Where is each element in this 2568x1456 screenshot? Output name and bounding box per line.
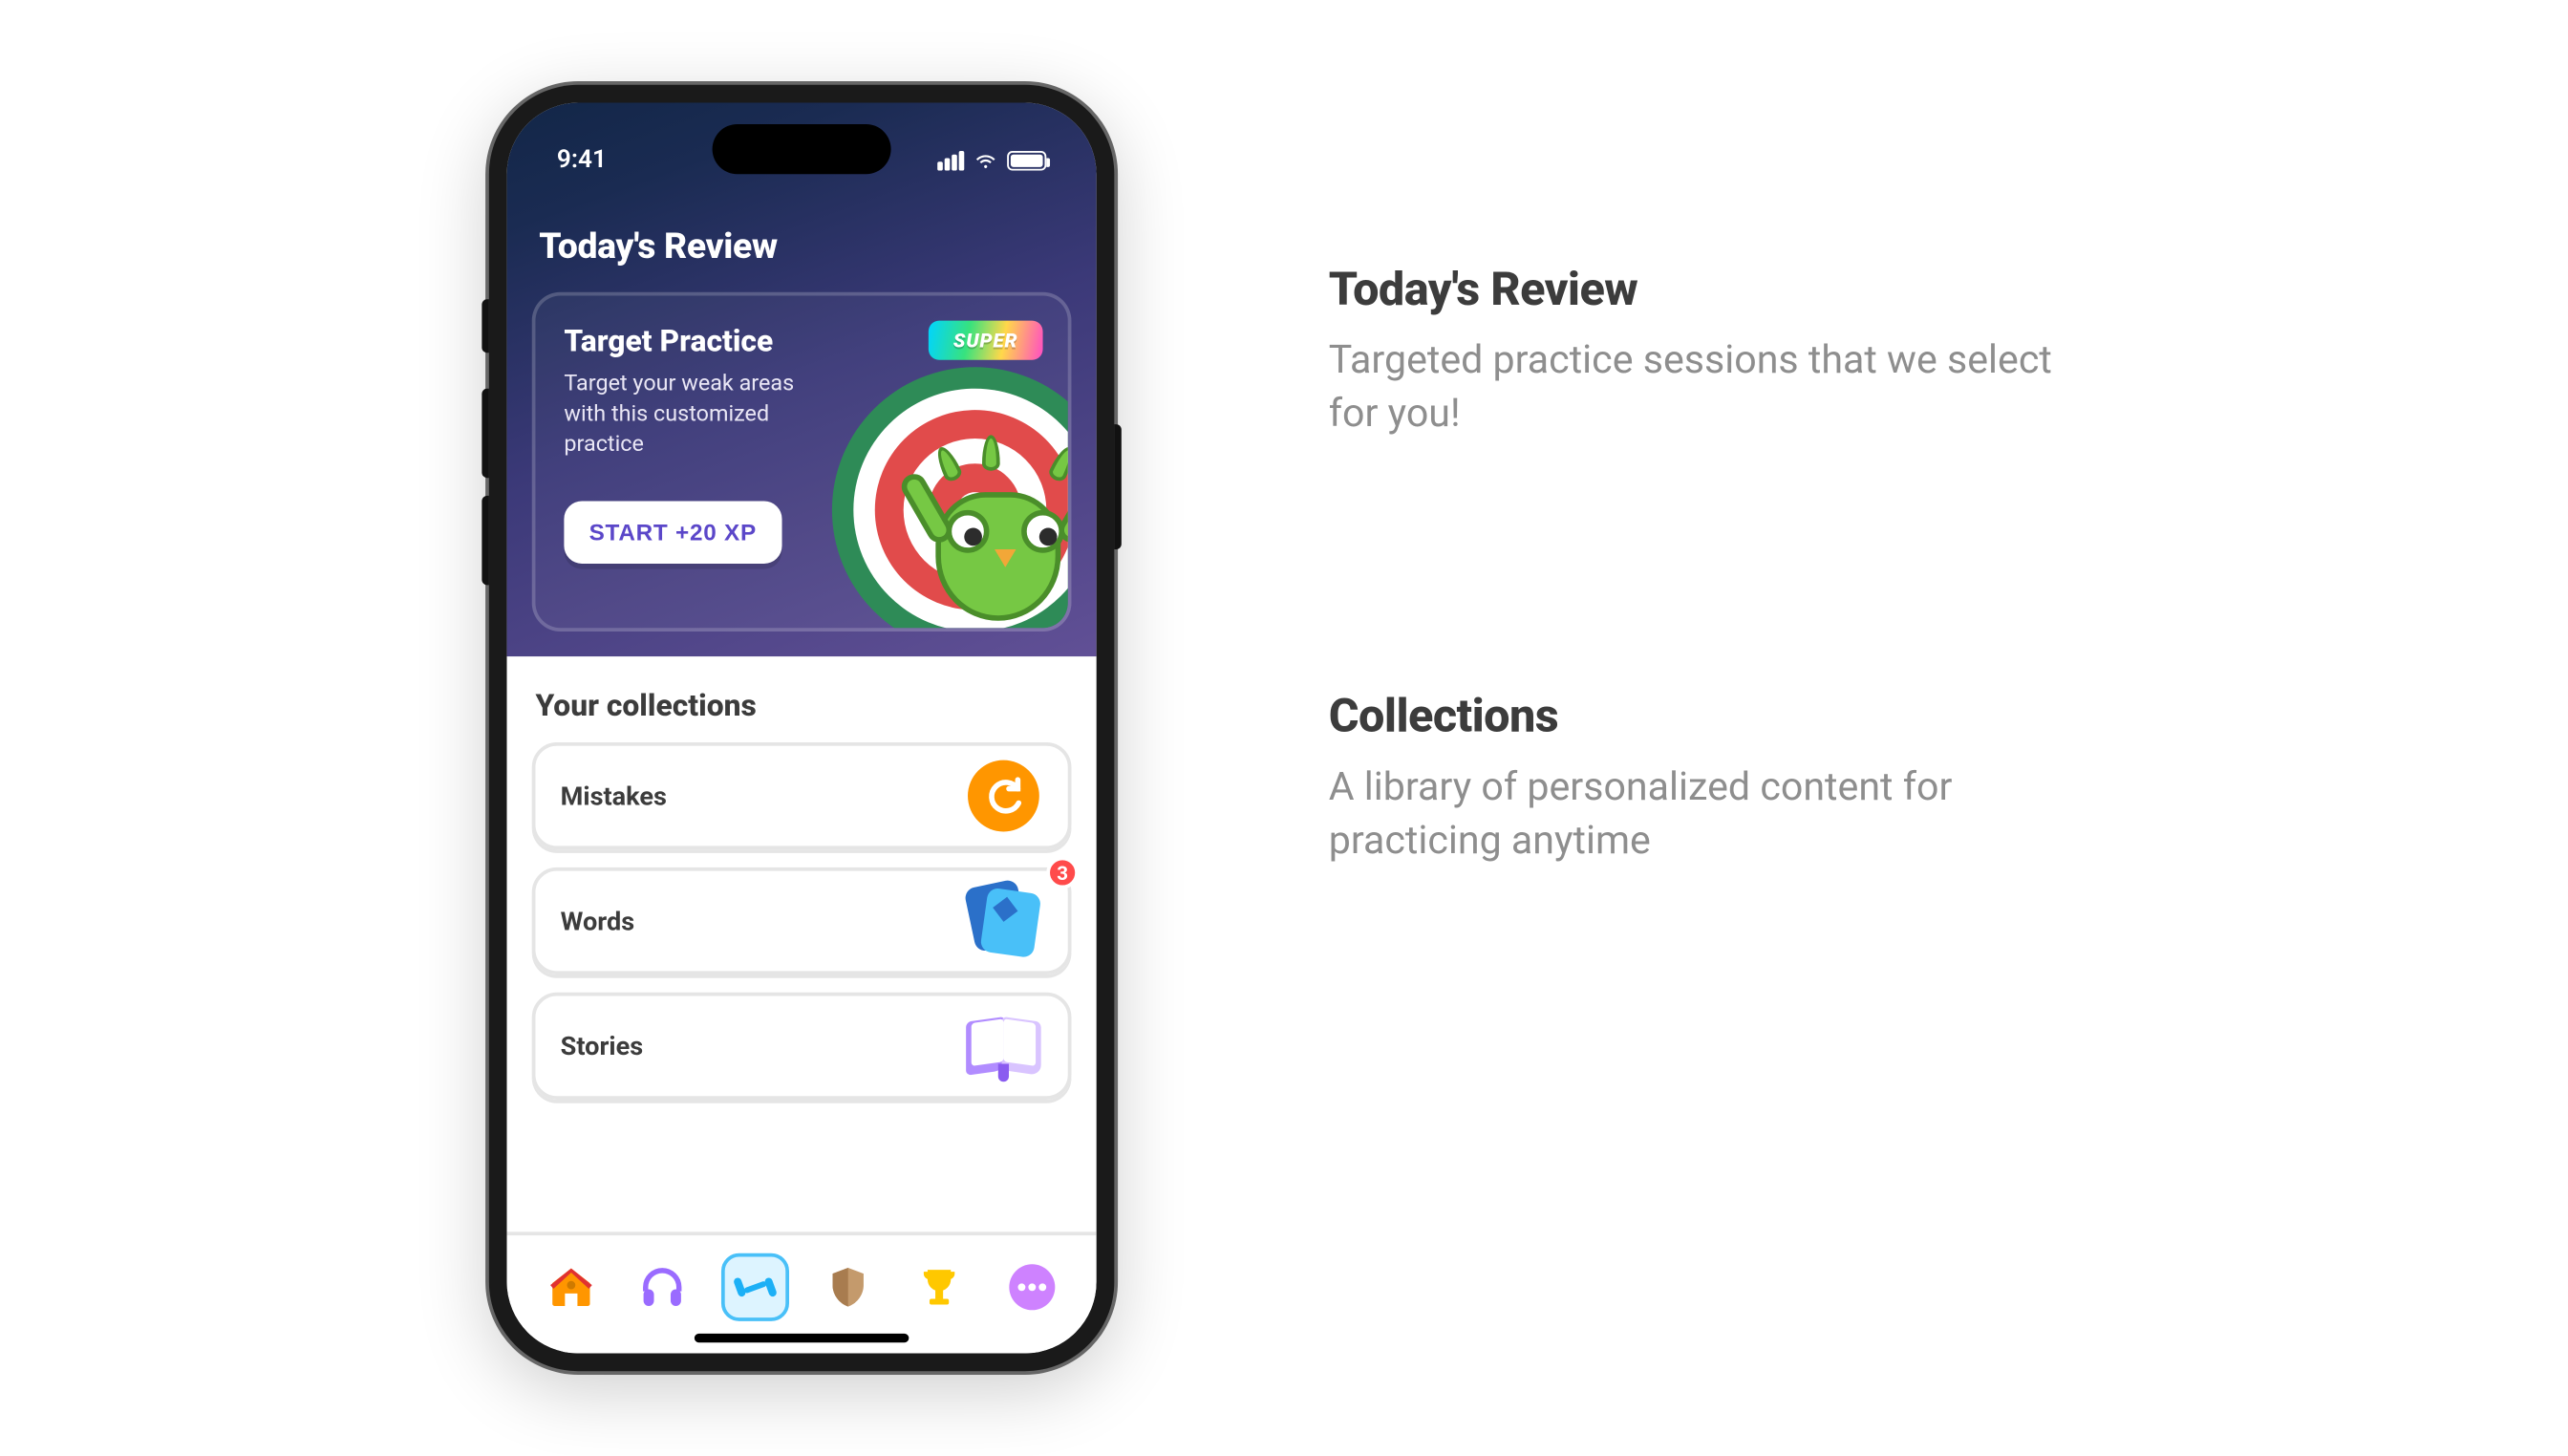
collection-label: Stories	[561, 1031, 644, 1061]
ellipsis-icon	[1007, 1262, 1057, 1312]
annotation-desc: A library of personalized content for pr…	[1329, 762, 2079, 868]
annotations: Today's Review Targeted practice session…	[1329, 85, 2079, 1119]
collections-section: Your collections Mistakes Words 3	[507, 656, 1097, 1231]
tab-shield[interactable]	[814, 1253, 882, 1321]
tab-practice[interactable]	[721, 1253, 789, 1321]
top-section: 9:41 Today's Review SUPER Target Practic…	[507, 102, 1097, 656]
notification-badge: 3	[1046, 857, 1079, 889]
annotation-desc: Targeted practice sessions that we selec…	[1329, 335, 2079, 441]
collection-words[interactable]: Words 3	[532, 867, 1072, 974]
battery-icon	[1007, 150, 1046, 170]
dynamic-island	[713, 124, 891, 174]
start-button[interactable]: START +20 XP	[564, 501, 781, 563]
phone-frame: 9:41 Today's Review SUPER Target Practic…	[489, 85, 1115, 1371]
annotation-title: Today's Review	[1329, 264, 2079, 317]
wifi-icon	[974, 147, 998, 172]
shield-icon	[824, 1264, 871, 1311]
tab-listen[interactable]	[630, 1253, 697, 1321]
collection-label: Mistakes	[561, 781, 667, 811]
collection-stories[interactable]: Stories	[532, 993, 1072, 1100]
annotation-collections: Collections A library of personalized co…	[1329, 691, 2079, 868]
tab-home[interactable]	[537, 1253, 605, 1321]
collection-mistakes[interactable]: Mistakes	[532, 742, 1072, 849]
book-icon	[964, 1007, 1042, 1085]
card-description: Target your weak areas with this customi…	[564, 371, 832, 461]
headphones-icon	[638, 1262, 688, 1312]
collections-title: Your collections	[535, 689, 1067, 724]
home-icon	[546, 1262, 595, 1312]
owl-icon	[925, 457, 1071, 632]
collection-label: Words	[561, 906, 635, 936]
tab-leaderboard[interactable]	[906, 1253, 974, 1321]
dumbbell-icon	[732, 1264, 779, 1311]
tab-more[interactable]	[998, 1253, 1066, 1321]
cellular-icon	[937, 150, 964, 170]
refresh-icon	[964, 757, 1042, 835]
target-practice-card[interactable]: SUPER Target Practice Target your weak a…	[532, 292, 1072, 632]
super-badge: SUPER	[929, 321, 1043, 360]
trophy-icon	[917, 1264, 964, 1311]
annotation-title: Collections	[1329, 691, 2079, 744]
status-right	[937, 147, 1046, 172]
cards-icon	[964, 882, 1042, 960]
page-title: Today's Review	[507, 192, 1097, 292]
home-indicator	[695, 1334, 909, 1342]
status-time: 9:41	[557, 145, 607, 174]
annotation-todays-review: Today's Review Targeted practice session…	[1329, 264, 2079, 441]
screen: 9:41 Today's Review SUPER Target Practic…	[507, 102, 1097, 1353]
target-owl-illustration	[832, 367, 1072, 632]
